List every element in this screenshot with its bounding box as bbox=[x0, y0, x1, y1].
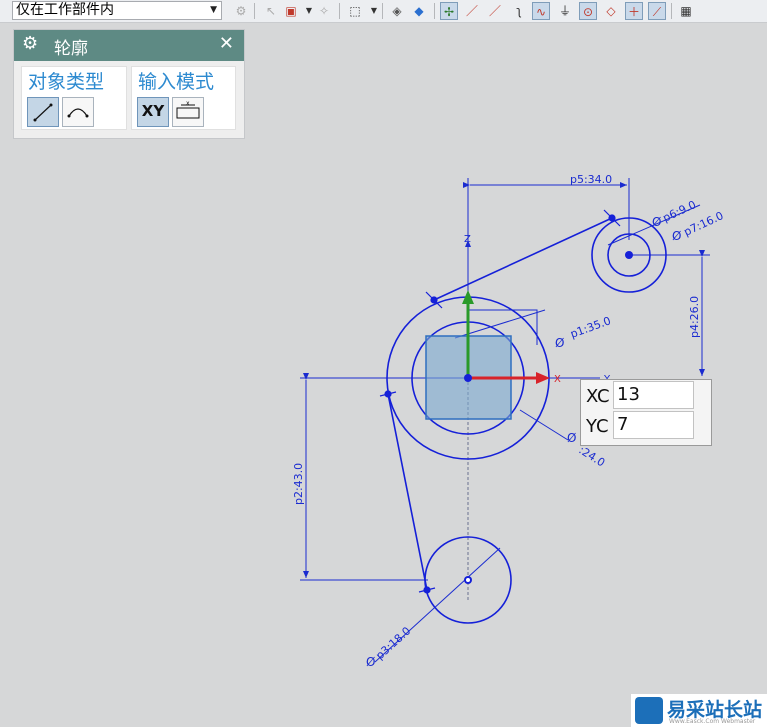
xy-mode-button[interactable]: XY bbox=[137, 97, 169, 127]
profile-dialog: ⚙ 轮廓 ✕ 对象类型 输入模式 XY x bbox=[13, 29, 245, 139]
yc-input[interactable]: 7 bbox=[613, 411, 694, 439]
svg-text:x: x bbox=[186, 100, 190, 107]
input-mode-group: 输入模式 XY x bbox=[131, 66, 236, 130]
line-icon bbox=[33, 103, 53, 122]
dimension-p2-label[interactable]: p2:43.0 bbox=[292, 463, 305, 505]
profile-dialog-header[interactable]: ⚙ 轮廓 ✕ bbox=[14, 30, 244, 61]
xc-label: XC bbox=[586, 386, 610, 407]
watermark-logo bbox=[635, 697, 663, 724]
center-point-inner bbox=[466, 578, 470, 582]
profile-dialog-title: 轮廓 bbox=[54, 39, 88, 59]
lower-tangent-line[interactable] bbox=[387, 393, 428, 591]
watermark-subtext: Www.Easck.Com Webmaster bbox=[669, 718, 756, 725]
object-type-label: 对象类型 bbox=[28, 71, 105, 93]
dimension-p24-label[interactable]: :24.0 bbox=[576, 444, 607, 470]
arc-option-button[interactable] bbox=[62, 97, 94, 127]
x-axis-label: X bbox=[554, 374, 561, 385]
x-axis-arrow-head bbox=[536, 372, 550, 384]
dimension-p6-label[interactable]: p6:9.0 bbox=[661, 198, 698, 225]
diameter-symbol: Ø bbox=[366, 655, 375, 669]
diameter-symbol: Ø bbox=[567, 431, 576, 445]
diameter-symbol: Ø bbox=[652, 215, 661, 229]
dimension-p5-label[interactable]: p5:34.0 bbox=[570, 173, 612, 186]
coordinate-input-box: XC 13 YC 7 bbox=[580, 379, 712, 446]
object-type-group: 对象类型 bbox=[21, 66, 127, 130]
arc-icon bbox=[67, 108, 89, 118]
xc-input[interactable]: 13 bbox=[613, 381, 694, 409]
dimension-p4-label[interactable]: p4:26.0 bbox=[688, 296, 701, 338]
z-axis-label: Z bbox=[464, 234, 471, 245]
dimension-p24-leader bbox=[519, 409, 569, 441]
parameter-mode-icon: x bbox=[176, 100, 200, 119]
diameter-symbol: Ø bbox=[672, 229, 681, 243]
gear-icon[interactable]: ⚙ bbox=[22, 33, 38, 54]
line-option-button[interactable] bbox=[27, 97, 59, 127]
dimension-p3-label[interactable]: p3:18.0 bbox=[373, 624, 413, 662]
yc-label: YC bbox=[586, 416, 609, 437]
diameter-symbol: Ø bbox=[555, 336, 564, 350]
close-icon[interactable]: ✕ bbox=[219, 33, 234, 54]
center-point bbox=[625, 251, 633, 259]
upper-tangent-line[interactable] bbox=[433, 217, 613, 301]
parameter-mode-button[interactable]: x bbox=[172, 97, 204, 127]
dimension-p1-label[interactable]: p1:35.0 bbox=[569, 314, 613, 341]
watermark: 易采站长站 Www.Easck.Com Webmaster bbox=[631, 694, 767, 727]
input-mode-label: 输入模式 bbox=[138, 71, 215, 93]
origin-point[interactable] bbox=[464, 374, 472, 382]
